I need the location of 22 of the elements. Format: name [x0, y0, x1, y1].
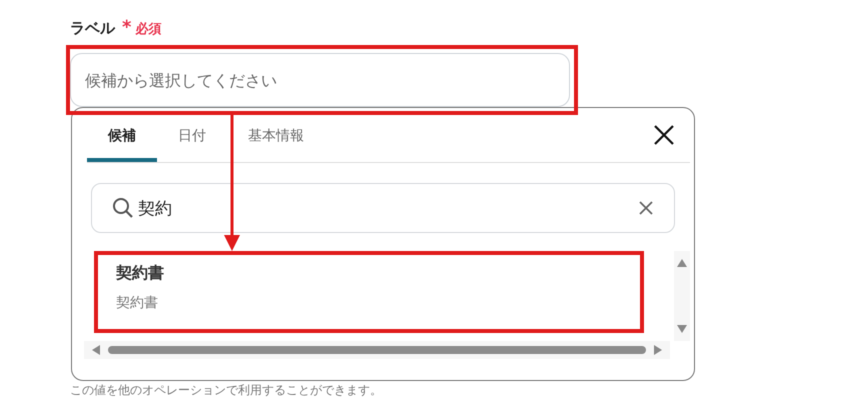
scroll-up-icon[interactable] [677, 259, 687, 267]
required-mark: * [122, 17, 132, 38]
scroll-left-icon[interactable] [92, 345, 100, 355]
clear-icon[interactable] [638, 200, 654, 216]
tab[interactable]: 候補 [87, 108, 157, 162]
result-subtitle: 契約書 [116, 294, 159, 312]
search-icon [112, 197, 134, 219]
vertical-scrollbar[interactable] [674, 251, 690, 341]
search-field[interactable]: 契約 [91, 183, 675, 233]
tab[interactable]: 日付 [157, 108, 227, 162]
field-label: ラベル [70, 19, 115, 38]
select-field[interactable]: 候補から選択してください [70, 53, 570, 107]
required-text: 必須 [135, 20, 162, 38]
scrollbar-thumb[interactable] [108, 346, 646, 354]
tab[interactable]: 基本情報 [227, 108, 325, 162]
scroll-right-icon[interactable] [654, 345, 662, 355]
search-text: 契約 [138, 198, 172, 220]
scroll-down-icon[interactable] [677, 325, 687, 333]
close-icon[interactable] [652, 123, 676, 147]
result-title: 契約書 [116, 263, 165, 284]
help-text: この値を他のオペレーションで利用することができます。 [70, 382, 383, 399]
result-item[interactable]: 契約書 契約書 [94, 251, 644, 333]
